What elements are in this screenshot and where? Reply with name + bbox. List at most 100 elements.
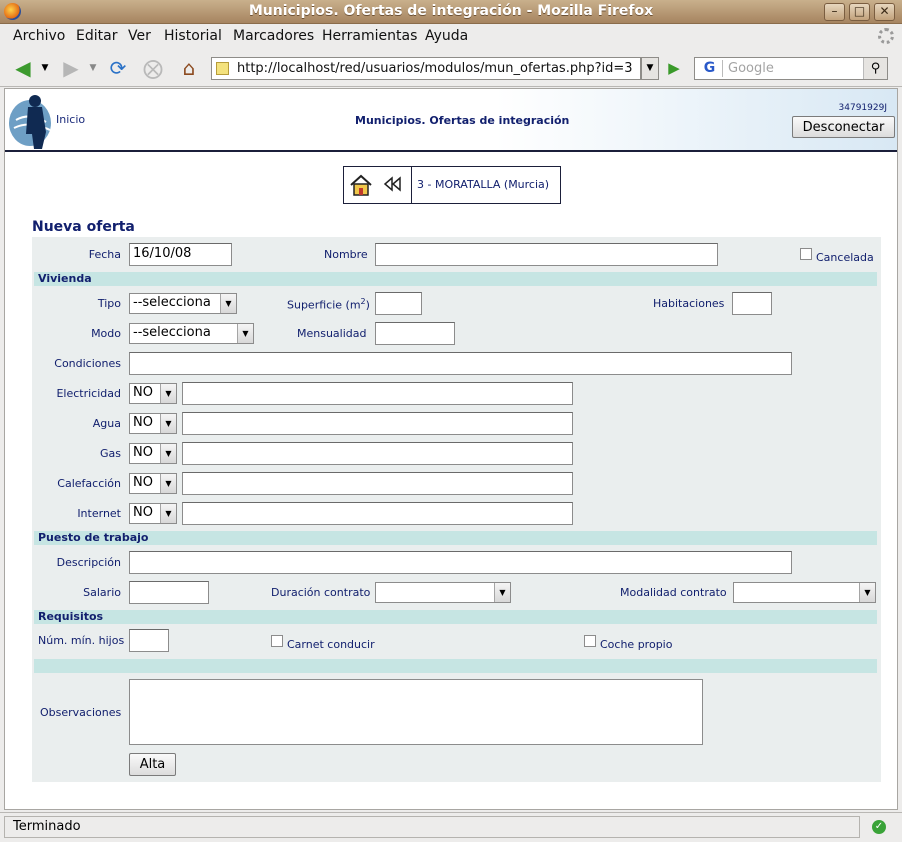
gas-detail-input[interactable] (182, 442, 573, 465)
menu-editar[interactable]: Editar (76, 28, 117, 44)
cancelada-checkbox[interactable] (800, 248, 812, 260)
condiciones-input[interactable] (129, 352, 792, 375)
descripcion-input[interactable] (129, 551, 792, 574)
status-text: Terminado (4, 816, 860, 838)
agua-select[interactable]: NO ▼ (129, 413, 177, 434)
modalidad-select[interactable]: ▼ (733, 582, 876, 603)
fecha-input[interactable]: 16/10/08 (129, 243, 232, 266)
coche-label: Coche propio (600, 638, 673, 651)
condiciones-label: Condiciones (54, 357, 121, 370)
tipo-select-value: --selecciona (133, 295, 211, 310)
breadcrumb: 3 - MORATALLA (Murcia) (343, 166, 561, 204)
security-ok-icon: ✓ (872, 820, 886, 834)
logout-button[interactable]: Desconectar (792, 116, 895, 138)
duracion-label: Duración contrato (271, 586, 371, 599)
menu-historial[interactable]: Historial (164, 28, 222, 44)
observaciones-textarea[interactable] (129, 679, 703, 745)
superficie-input[interactable] (375, 292, 422, 315)
window-titlebar: Municipios. Ofertas de integración - Moz… (0, 0, 902, 24)
internet-select[interactable]: NO ▼ (129, 503, 177, 524)
go-arrow-icon[interactable]: ▶ (662, 57, 686, 80)
url-text: http://localhost/red/usuarios/modulos/mu… (237, 61, 633, 76)
fecha-label: Fecha (88, 248, 121, 261)
modalidad-label: Modalidad contrato (620, 586, 727, 599)
page-favicon-icon (216, 62, 229, 75)
habitaciones-input[interactable] (732, 292, 772, 315)
modo-select[interactable]: --selecciona ▼ (129, 323, 254, 344)
nombre-input[interactable] (375, 243, 718, 266)
observaciones-label: Observaciones (40, 706, 122, 719)
requisitos-section: Requisitos (34, 610, 877, 624)
url-bar[interactable]: http://localhost/red/usuarios/modulos/mu… (211, 57, 641, 80)
blank-section-divider (34, 659, 877, 673)
stop-icon[interactable]: ⨂ (140, 56, 166, 80)
agua-detail-input[interactable] (182, 412, 573, 435)
chevron-down-icon: ▼ (160, 474, 176, 493)
calefaccion-detail-input[interactable] (182, 472, 573, 495)
chevron-down-icon: ▼ (237, 324, 253, 343)
search-icon[interactable]: ⚲ (863, 58, 887, 79)
tipo-label: Tipo (97, 297, 121, 310)
home-icon[interactable] (349, 174, 373, 196)
maximize-icon[interactable]: □ (849, 3, 870, 21)
user-id: 34791929J (838, 103, 887, 113)
chevron-down-icon: ▼ (220, 294, 236, 313)
rewind-back-icon[interactable] (383, 176, 403, 192)
calefaccion-label: Calefacción (57, 477, 121, 490)
url-history-dropdown-icon[interactable]: ▼ (641, 57, 659, 80)
agua-label: Agua (92, 417, 121, 430)
search-placeholder: Google (728, 61, 774, 76)
oferta-form: Fecha 16/10/08 Nombre Cancelada Vivienda… (32, 237, 881, 782)
menu-marcadores[interactable]: Marcadores (233, 28, 314, 44)
google-engine-icon[interactable]: G (697, 60, 723, 77)
internet-label: Internet (77, 507, 121, 520)
home-icon[interactable]: ⌂ (176, 56, 202, 80)
mensualidad-input[interactable] (375, 322, 455, 345)
activity-throbber-icon (878, 28, 894, 44)
carnet-label: Carnet conducir (287, 638, 375, 651)
alta-submit-button[interactable]: Alta (129, 753, 176, 776)
site-header: Inicio Municipios. Ofertas de integració… (5, 89, 897, 152)
menu-archivo[interactable]: Archivo (13, 28, 65, 44)
calefaccion-select[interactable]: NO ▼ (129, 473, 177, 494)
reload-icon[interactable]: ⟳ (105, 56, 131, 80)
hijos-input[interactable] (129, 629, 169, 652)
gas-select[interactable]: NO ▼ (129, 443, 177, 464)
calefaccion-select-value: NO (133, 475, 153, 490)
electricidad-detail-input[interactable] (182, 382, 573, 405)
search-box[interactable]: G Google ⚲ (694, 57, 888, 80)
electricidad-label: Electricidad (56, 387, 121, 400)
electricidad-select-value: NO (133, 385, 153, 400)
minimize-icon[interactable]: – (824, 3, 845, 21)
forward-arrow-icon[interactable]: ▶ (58, 56, 84, 80)
salario-input[interactable] (129, 581, 209, 604)
nombre-label: Nombre (324, 248, 368, 261)
coche-checkbox[interactable] (584, 635, 596, 647)
inicio-link[interactable]: Inicio (56, 113, 85, 126)
descripcion-label: Descripción (56, 556, 121, 569)
internet-detail-input[interactable] (182, 502, 573, 525)
tipo-select[interactable]: --selecciona ▼ (129, 293, 237, 314)
close-icon[interactable]: ✕ (874, 3, 895, 21)
carnet-checkbox[interactable] (271, 635, 283, 647)
menu-herramientas[interactable]: Herramientas (322, 28, 417, 44)
page-title: Municipios. Ofertas de integración (355, 114, 570, 127)
electricidad-select[interactable]: NO ▼ (129, 383, 177, 404)
chevron-down-icon: ▼ (859, 583, 875, 602)
municipio-link[interactable]: 3 - MORATALLA (Murcia) (417, 178, 549, 191)
forward-history-dropdown-icon[interactable]: ▼ (86, 56, 100, 80)
internet-select-value: NO (133, 505, 153, 520)
back-history-dropdown-icon[interactable]: ▼ (38, 56, 52, 80)
duracion-select[interactable]: ▼ (375, 582, 511, 603)
agua-select-value: NO (133, 415, 153, 430)
chevron-down-icon: ▼ (160, 384, 176, 403)
back-arrow-icon[interactable]: ◀ (10, 56, 36, 80)
page-content: Inicio Municipios. Ofertas de integració… (4, 88, 898, 810)
status-bar: Terminado ✓ (0, 812, 902, 842)
trabajo-section: Puesto de trabajo (34, 531, 877, 545)
menu-ver[interactable]: Ver (128, 28, 151, 44)
navigation-toolbar: ◀ ▼ ▶ ▼ ⟳ ⨂ ⌂ http://localhost/red/usuar… (0, 49, 902, 87)
menu-ayuda[interactable]: Ayuda (425, 28, 468, 44)
superficie-label: Superficie (m2) (287, 297, 370, 312)
window-title: Municipios. Ofertas de integración - Moz… (248, 3, 654, 19)
